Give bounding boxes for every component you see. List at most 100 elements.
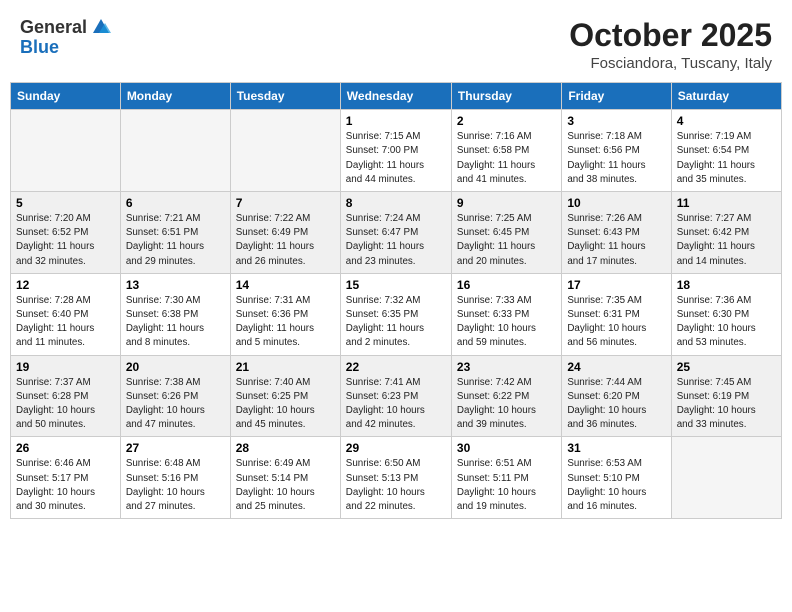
calendar-week-row: 26 Sunrise: 6:46 AMSunset: 5:17 PMDayligh… [11, 437, 782, 519]
page-header: General Blue October 2025 Fosciandora, T… [10, 10, 782, 76]
day-info: Sunrise: 7:19 AMSunset: 6:54 PMDaylight:… [677, 130, 776, 187]
title-block: October 2025 Fosciandora, Tuscany, Italy [569, 18, 772, 72]
day-number: 23 [457, 360, 556, 374]
day-info: Sunrise: 6:46 AMSunset: 5:17 PMDaylight:… [16, 457, 115, 514]
day-number: 7 [236, 196, 335, 210]
calendar-cell: 16 Sunrise: 7:33 AMSunset: 6:33 PMDayligh… [451, 273, 561, 355]
day-info: Sunrise: 7:42 AMSunset: 6:22 PMDaylight:… [457, 376, 556, 433]
day-number: 29 [346, 441, 446, 455]
calendar-cell: 28Sunrise: 6:49 AMSunset: 5:14 PMDayligh… [230, 437, 340, 519]
calendar-cell: 19 Sunrise: 7:37 AMSunset: 6:28 PMDayligh… [11, 355, 121, 437]
day-number: 26 [16, 441, 115, 455]
day-info: Sunrise: 6:50 AMSunset: 5:13 PMDaylight:… [346, 457, 446, 514]
calendar-cell: 15 Sunrise: 7:32 AMSunset: 6:35 PMDayligh… [340, 273, 451, 355]
day-header-friday: Friday [562, 83, 671, 110]
day-info: Sunrise: 7:37 AMSunset: 6:28 PMDaylight:… [16, 376, 115, 433]
logo-icon [89, 15, 111, 37]
calendar-cell: 30 Sunrise: 6:51 AMSunset: 5:11 PMDayligh… [451, 437, 561, 519]
calendar-cell: 8Sunrise: 7:24 AMSunset: 6:47 PMDaylight… [340, 192, 451, 274]
day-number: 10 [567, 196, 665, 210]
day-info: Sunrise: 7:20 AMSunset: 6:52 PMDaylight:… [16, 212, 115, 269]
calendar-cell: 25Sunrise: 7:45 AMSunset: 6:19 PMDayligh… [671, 355, 781, 437]
month-title: October 2025 [569, 18, 772, 53]
day-info: Sunrise: 7:16 AMSunset: 6:58 PMDaylight:… [457, 130, 556, 187]
calendar-cell: 31 Sunrise: 6:53 AMSunset: 5:10 PMDayligh… [562, 437, 671, 519]
day-number: 16 [457, 278, 556, 292]
calendar-cell: 7 Sunrise: 7:22 AMSunset: 6:49 PMDaylight… [230, 192, 340, 274]
day-number: 14 [236, 278, 335, 292]
day-number: 12 [16, 278, 115, 292]
day-info: Sunrise: 7:24 AMSunset: 6:47 PMDaylight:… [346, 212, 446, 269]
day-info: Sunrise: 7:15 AMSunset: 7:00 PMDaylight:… [346, 130, 446, 187]
calendar-cell: 20 Sunrise: 7:38 AMSunset: 6:26 PMDayligh… [120, 355, 230, 437]
day-number: 5 [16, 196, 115, 210]
day-number: 19 [16, 360, 115, 374]
header-row: SundayMondayTuesdayWednesdayThursdayFrid… [11, 83, 782, 110]
calendar-cell [230, 110, 340, 192]
day-number: 21 [236, 360, 335, 374]
day-info: Sunrise: 7:33 AMSunset: 6:33 PMDaylight:… [457, 294, 556, 351]
day-number: 11 [677, 196, 776, 210]
day-info: Sunrise: 7:38 AMSunset: 6:26 PMDaylight:… [126, 376, 225, 433]
calendar-cell: 27 Sunrise: 6:48 AMSunset: 5:16 PMDayligh… [120, 437, 230, 519]
day-info: Sunrise: 7:35 AMSunset: 6:31 PMDaylight:… [567, 294, 665, 351]
calendar-cell: 11 Sunrise: 7:27 AMSunset: 6:42 PMDayligh… [671, 192, 781, 274]
day-info: Sunrise: 7:18 AMSunset: 6:56 PMDaylight:… [567, 130, 665, 187]
day-header-sunday: Sunday [11, 83, 121, 110]
day-number: 31 [567, 441, 665, 455]
day-header-monday: Monday [120, 83, 230, 110]
day-header-wednesday: Wednesday [340, 83, 451, 110]
day-info: Sunrise: 6:51 AMSunset: 5:11 PMDaylight:… [457, 457, 556, 514]
day-number: 15 [346, 278, 446, 292]
location: Fosciandora, Tuscany, Italy [569, 55, 772, 72]
day-number: 1 [346, 114, 446, 128]
day-number: 24 [567, 360, 665, 374]
day-number: 25 [677, 360, 776, 374]
calendar-cell: 17 Sunrise: 7:35 AMSunset: 6:31 PMDayligh… [562, 273, 671, 355]
day-info: Sunrise: 7:26 AMSunset: 6:43 PMDaylight:… [567, 212, 665, 269]
calendar-cell: 24 Sunrise: 7:44 AMSunset: 6:20 PMDayligh… [562, 355, 671, 437]
logo-general: General [20, 18, 87, 38]
calendar-cell: 3Sunrise: 7:18 AMSunset: 6:56 PMDaylight… [562, 110, 671, 192]
calendar-cell: 5 Sunrise: 7:20 AMSunset: 6:52 PMDaylight… [11, 192, 121, 274]
calendar-cell: 1 Sunrise: 7:15 AMSunset: 7:00 PMDaylight… [340, 110, 451, 192]
calendar-cell [11, 110, 121, 192]
day-info: Sunrise: 6:48 AMSunset: 5:16 PMDaylight:… [126, 457, 225, 514]
day-info: Sunrise: 7:44 AMSunset: 6:20 PMDaylight:… [567, 376, 665, 433]
day-info: Sunrise: 7:36 AMSunset: 6:30 PMDaylight:… [677, 294, 776, 351]
day-header-thursday: Thursday [451, 83, 561, 110]
day-info: Sunrise: 7:21 AMSunset: 6:51 PMDaylight:… [126, 212, 225, 269]
calendar-cell: 22Sunrise: 7:41 AMSunset: 6:23 PMDayligh… [340, 355, 451, 437]
calendar-cell: 6 Sunrise: 7:21 AMSunset: 6:51 PMDaylight… [120, 192, 230, 274]
day-number: 30 [457, 441, 556, 455]
day-number: 9 [457, 196, 556, 210]
logo-blue: Blue [20, 37, 59, 57]
calendar-cell: 18 Sunrise: 7:36 AMSunset: 6:30 PMDayligh… [671, 273, 781, 355]
day-number: 17 [567, 278, 665, 292]
day-number: 13 [126, 278, 225, 292]
day-info: Sunrise: 7:22 AMSunset: 6:49 PMDaylight:… [236, 212, 335, 269]
day-info: Sunrise: 7:28 AMSunset: 6:40 PMDaylight:… [16, 294, 115, 351]
calendar-cell: 21Sunrise: 7:40 AMSunset: 6:25 PMDayligh… [230, 355, 340, 437]
day-header-tuesday: Tuesday [230, 83, 340, 110]
calendar-table: SundayMondayTuesdayWednesdayThursdayFrid… [10, 82, 782, 519]
day-number: 18 [677, 278, 776, 292]
calendar-cell: 29 Sunrise: 6:50 AMSunset: 5:13 PMDayligh… [340, 437, 451, 519]
calendar-cell: 26 Sunrise: 6:46 AMSunset: 5:17 PMDayligh… [11, 437, 121, 519]
calendar-cell: 13Sunrise: 7:30 AMSunset: 6:38 PMDayligh… [120, 273, 230, 355]
day-header-saturday: Saturday [671, 83, 781, 110]
calendar-cell: 23 Sunrise: 7:42 AMSunset: 6:22 PMDayligh… [451, 355, 561, 437]
day-info: Sunrise: 7:27 AMSunset: 6:42 PMDaylight:… [677, 212, 776, 269]
calendar-cell: 14Sunrise: 7:31 AMSunset: 6:36 PMDayligh… [230, 273, 340, 355]
day-info: Sunrise: 7:32 AMSunset: 6:35 PMDaylight:… [346, 294, 446, 351]
calendar-cell: 4 Sunrise: 7:19 AMSunset: 6:54 PMDaylight… [671, 110, 781, 192]
day-number: 4 [677, 114, 776, 128]
day-number: 6 [126, 196, 225, 210]
day-number: 2 [457, 114, 556, 128]
day-number: 27 [126, 441, 225, 455]
logo: General Blue [20, 18, 111, 58]
day-info: Sunrise: 6:53 AMSunset: 5:10 PMDaylight:… [567, 457, 665, 514]
calendar-cell: 2 Sunrise: 7:16 AMSunset: 6:58 PMDaylight… [451, 110, 561, 192]
calendar-cell: 12 Sunrise: 7:28 AMSunset: 6:40 PMDayligh… [11, 273, 121, 355]
day-number: 20 [126, 360, 225, 374]
